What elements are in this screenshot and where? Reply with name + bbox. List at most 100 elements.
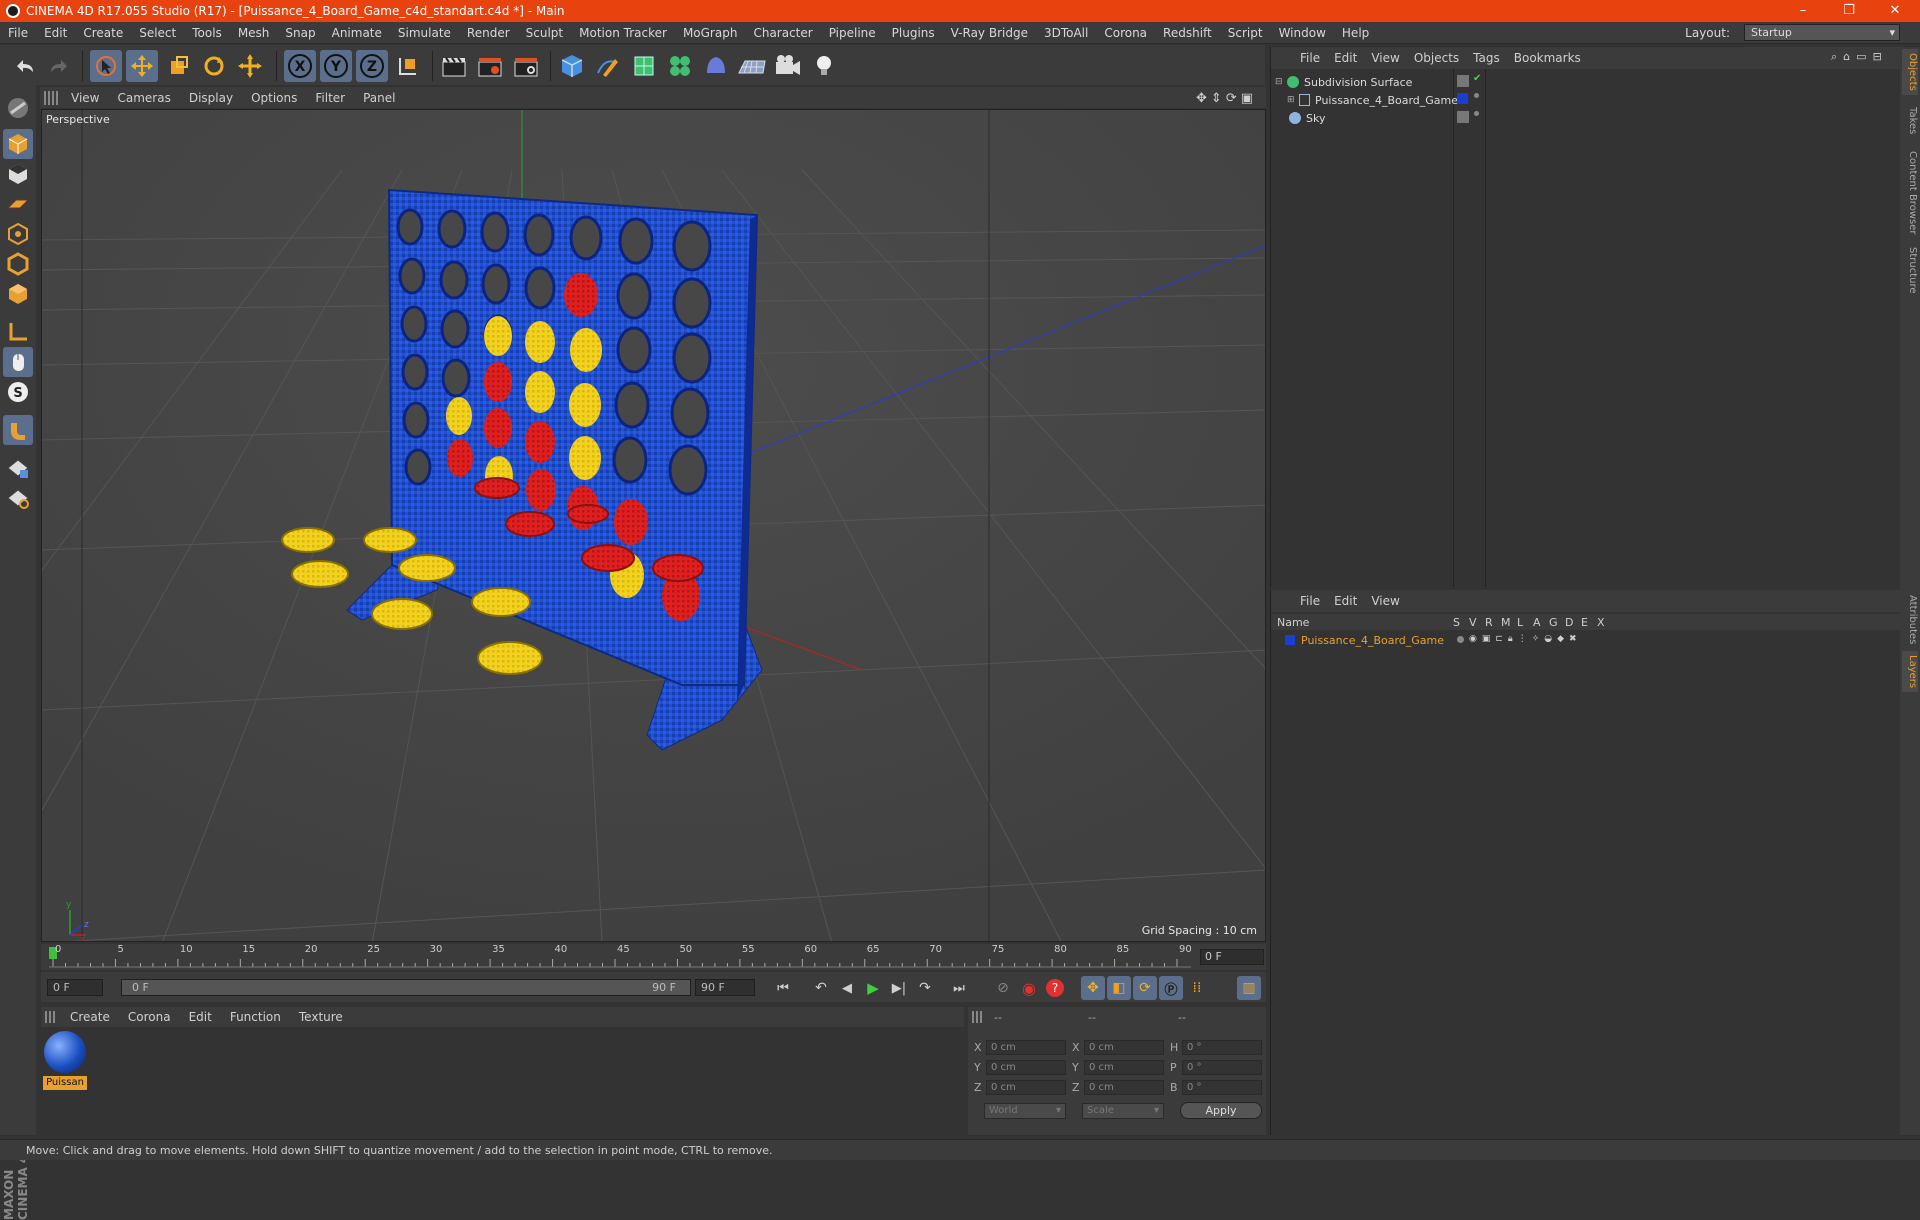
object-menu-view[interactable]: View [1364,51,1406,65]
rotate-tool[interactable] [198,50,230,82]
layer-row[interactable]: Puissance_4_Board_Game [1279,631,1444,649]
menu-select[interactable]: Select [131,26,184,40]
tab-takes[interactable]: Takes [1902,103,1918,138]
xref-icon[interactable]: ✖ [1569,634,1577,644]
menu-render[interactable]: Render [459,26,518,40]
end-frame-field[interactable]: 90 F [695,979,755,996]
object-menu-tags[interactable]: Tags [1466,51,1507,65]
object-row-board[interactable]: ⊞ Puissance_4_Board_Game [1287,91,1458,109]
rot-p-field[interactable]: 0 ° [1182,1060,1262,1075]
menu-plugins[interactable]: Plugins [884,26,943,40]
redo-button[interactable] [44,50,76,82]
autokey-button[interactable]: ? [1043,976,1067,1000]
layer-menu-file[interactable]: File [1293,594,1327,608]
add-mograph-button[interactable] [664,50,696,82]
menu-tools[interactable]: Tools [184,26,230,40]
visibility-dot-icon[interactable] [1474,93,1479,98]
expression-icon[interactable]: ◆ [1557,634,1564,644]
model-mode-button[interactable] [3,129,33,159]
pos-z-field[interactable]: 0 cm [986,1080,1066,1095]
render-picture-viewer-button[interactable] [474,50,506,82]
edges-mode-button[interactable] [3,249,33,279]
menu-help[interactable]: Help [1334,26,1377,40]
menu-mograph[interactable]: MoGraph [675,26,746,40]
snapping-button[interactable]: S [3,377,33,407]
pan-icon[interactable]: ✥ [1196,91,1207,106]
add-spline-button[interactable] [592,50,624,82]
menu-pipeline[interactable]: Pipeline [821,26,884,40]
layer-color-tag[interactable] [1457,93,1468,104]
texture-mode-button[interactable] [3,159,33,189]
maximize-button[interactable]: ❐ [1826,0,1872,22]
object-row-subdivision[interactable]: ⊟ Subdivision Surface [1275,73,1412,91]
toggle-layout-icon[interactable]: ▣ [1241,91,1253,106]
add-light-button[interactable] [808,50,840,82]
axis-mode-button[interactable] [3,317,33,347]
material-menu-function[interactable]: Function [221,1010,290,1024]
rot-b-field[interactable]: 0 ° [1182,1080,1262,1095]
undo-button[interactable] [8,50,40,82]
key-param-button[interactable]: Ⓟ [1159,976,1183,1000]
make-editable-button[interactable] [3,93,33,123]
material-menu-edit[interactable]: Edit [180,1010,221,1024]
dolly-icon[interactable]: ⇕ [1211,91,1222,106]
add-floor-button[interactable] [736,50,768,82]
size-mode-dropdown[interactable]: Scale ▾ [1082,1103,1164,1119]
minimize-button[interactable]: – [1780,0,1826,22]
apply-button[interactable]: Apply [1180,1102,1262,1119]
key-pla-button[interactable]: ⁞⁞ [1185,976,1209,1000]
tab-structure[interactable]: Structure [1902,243,1918,298]
home-icon[interactable]: ⌂ [1843,50,1850,64]
menu-v-ray-bridge[interactable]: V-Ray Bridge [943,26,1036,40]
scale-tool[interactable] [162,50,194,82]
close-button[interactable]: ✕ [1872,0,1918,22]
workplane-lock-button[interactable] [3,453,33,483]
check-enabled-icon[interactable]: ✔ [1473,73,1481,84]
timeline-window-button[interactable]: ▥ [1237,976,1261,1000]
solo-icon[interactable] [1457,636,1464,643]
generator-icon[interactable]: ✧ [1532,634,1540,644]
editor-visibility-icon[interactable] [1457,75,1469,87]
z-axis-lock[interactable]: Z [356,50,388,82]
viewport-menu-panel[interactable]: Panel [354,91,404,105]
key-scale-button[interactable]: ◧ [1107,976,1131,1000]
search-icon[interactable]: ⌕ [1831,50,1837,64]
viewport-menu-cameras[interactable]: Cameras [108,91,179,105]
render-view-button[interactable] [438,50,470,82]
goto-end-button[interactable]: ⏭ [947,976,971,1000]
tab-content-browser[interactable]: Content Browser [1902,147,1918,238]
menu-simulate[interactable]: Simulate [390,26,459,40]
add-camera-button[interactable] [772,50,804,82]
orbit-icon[interactable]: ⟳ [1226,91,1237,106]
menu-window[interactable]: Window [1271,26,1334,40]
render-settings-button[interactable] [510,50,542,82]
viewport-menu-view[interactable]: View [62,91,108,105]
perspective-viewport[interactable]: y x z Perspective Grid Spacing : 10 cm [41,109,1266,942]
tweak-mode-button[interactable] [3,347,33,377]
pos-y-field[interactable]: 0 cm [986,1060,1066,1075]
coordinate-system-button[interactable] [392,50,424,82]
start-frame-field[interactable]: 0 F [47,979,103,996]
rot-h-field[interactable]: 0 ° [1182,1040,1262,1055]
workplane-mode-button[interactable] [3,189,33,219]
y-axis-lock[interactable]: Y [320,50,352,82]
visibility-dot-icon[interactable] [1474,111,1479,116]
add-deformer-button[interactable] [700,50,732,82]
viewport-menu-options[interactable]: Options [242,91,306,105]
object-menu-file[interactable]: File [1293,51,1327,65]
pos-x-field[interactable]: 0 cm [986,1040,1066,1055]
x-axis-lock[interactable]: X [284,50,316,82]
key-rotation-button[interactable]: ⟳ [1133,976,1157,1000]
lock-icon[interactable]: 🔒︎ [1508,634,1513,644]
current-frame-field[interactable]: 0 F [1200,949,1264,965]
timeline-ruler[interactable]: 0 5 10 15 20 25 30 35 40 45 50 55 60 65 70 75 80 85 90 [41,944,1266,970]
enable-snap-button[interactable] [3,415,33,445]
goto-next-key-button[interactable]: ↷ [913,976,937,1000]
object-menu-edit[interactable]: Edit [1327,51,1364,65]
frame-range-slider[interactable]: 0 F 90 F [121,979,691,996]
goto-prev-key-button[interactable]: ↶ [809,976,833,1000]
render-icon[interactable]: ▣ [1482,634,1491,644]
transform-tool[interactable] [234,50,266,82]
menu-3dtoall[interactable]: 3DToAll [1036,26,1096,40]
eye-icon[interactable]: ◉ [1469,634,1477,644]
